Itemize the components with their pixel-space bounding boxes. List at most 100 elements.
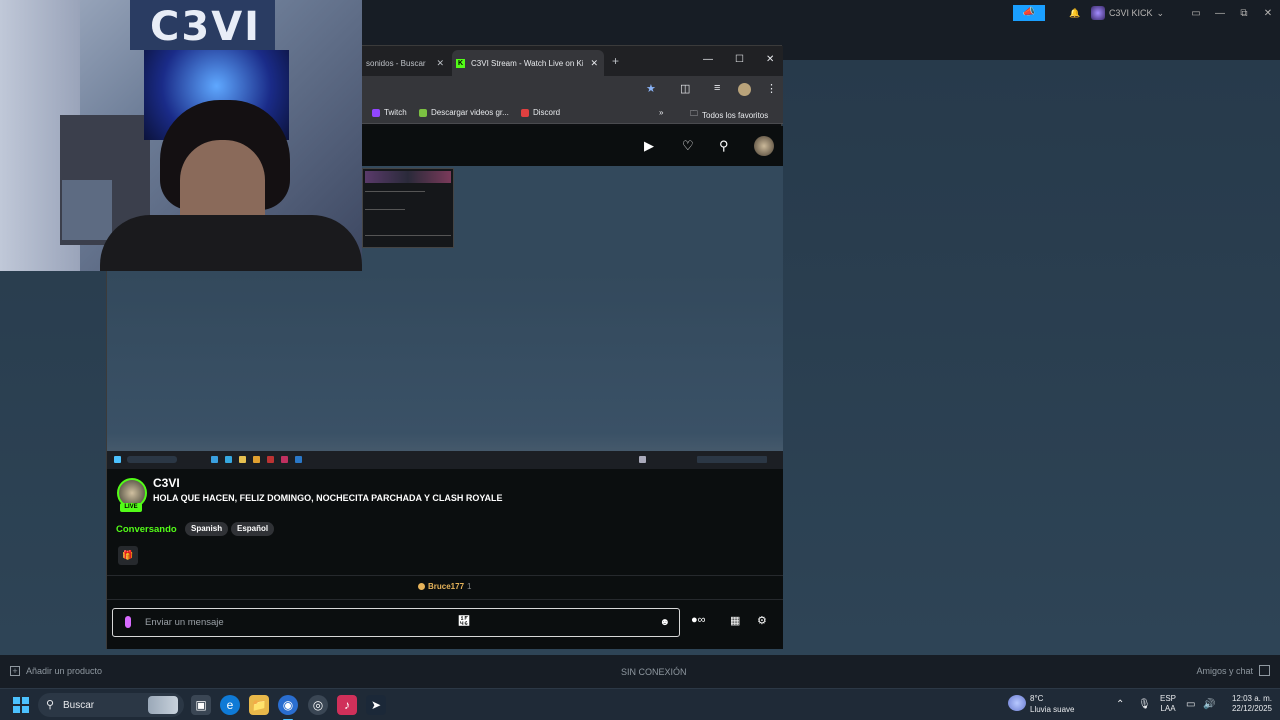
following-icon[interactable]: ▶ [644,138,654,154]
windows-taskbar: ⚲ Buscar ▣ e 📁 ◉ ◎ ♪ ➤ 8°C Lluvia suave … [0,688,1280,720]
clock-time: 12:03 a. m. [1231,694,1272,703]
heart-icon[interactable]: ♡ [682,138,694,154]
chat-message-input[interactable]: Enviar un mensaje ὆ ☻ [112,608,680,637]
taskbar-search[interactable]: ⚲ Buscar [38,693,184,717]
chat-user-count: 1 [467,582,472,591]
steam-title-controls: 📣 🔔 C3VI KICK ⌄ ▭ — ⧉ ✕ [1012,0,1280,26]
media-control-icon[interactable]: ≡ [714,82,720,94]
edge-icon[interactable]: e [220,695,240,715]
bookmark-label: Discord [533,108,561,117]
profile-avatar[interactable] [738,83,751,96]
menu-icon[interactable]: ⋮ [766,82,777,95]
steam-icon[interactable]: ➤ [366,695,386,715]
clock-date: 22/12/2025 [1231,704,1272,713]
search-icon: ⚲ [46,699,55,711]
microphone-icon[interactable] [125,616,131,628]
start-button[interactable] [13,697,29,713]
kick-header: ▶ ♡ ⚲ [362,126,783,166]
user-avatar[interactable] [754,136,774,156]
stream-category[interactable]: Conversando [116,524,177,535]
chat-identity-bar: Bruce177 1 [107,575,783,599]
webcam-sign-text: C3VI [150,4,262,50]
add-product-label: Añadir un producto [26,666,103,676]
tiktok-icon[interactable]: ♪ [337,695,357,715]
connection-status: SIN CONEXIÓN [621,667,687,677]
bookmark-twitch[interactable]: Twitch [372,108,407,117]
restore-icon[interactable]: ⧉ [1232,8,1256,19]
twitch-icon [372,108,380,117]
minimize-icon[interactable]: — [1208,8,1232,19]
keyboard-layout: LAA [1160,704,1176,713]
discord-icon [521,108,529,117]
bookmark-download-videos[interactable]: Descargar videos gr... [419,108,509,117]
announcement-button[interactable]: 📣 [1012,5,1045,21]
minimize-icon[interactable]: — [703,54,713,65]
bookmark-discord[interactable]: Discord [521,108,560,117]
tab-kick-stream[interactable]: K C3VI Stream - Watch Live on Kick ✕ [452,50,604,76]
friends-chat-button[interactable]: Amigos y chat [1196,665,1270,676]
settings-icon[interactable]: ⚙ [757,614,767,627]
tab-strip: sonidos - Buscar ✕ K C3VI Stream - Watch… [362,46,783,76]
close-tab-icon[interactable]: ✕ [590,58,598,69]
channel-name[interactable]: C3VI [153,476,180,490]
weather-temp: 8°C [1030,694,1044,703]
new-tab-icon[interactable]: + [612,54,619,68]
account-avatar [1090,6,1105,20]
big-picture-icon[interactable]: ▭ [1184,8,1208,19]
live-badge: LIVE [120,503,142,512]
badge-icon [418,583,425,590]
app-icon[interactable]: ◎ [308,695,328,715]
close-icon[interactable]: ✕ [1256,8,1280,19]
clock[interactable]: 12:03 a. m. 22/12/2025 [1222,694,1272,714]
add-product-button[interactable]: + Añadir un producto [10,666,102,676]
chrome-icon[interactable]: ◉ [278,695,298,720]
bookmarks-bar: Twitch Descargar videos gr... Discord » … [362,102,783,124]
tag-espanol[interactable]: Español [231,522,275,536]
file-explorer-icon[interactable]: 📁 [249,695,269,715]
network-icon[interactable]: ▭ [1186,699,1195,710]
close-tab-icon[interactable]: ✕ [436,58,444,69]
address-bar[interactable]: ★ ◫ ≡ ⋮ [362,76,783,102]
tab-label: C3VI Stream - Watch Live on Kick [471,58,583,68]
task-view-icon[interactable]: ▣ [191,695,211,715]
stream-inner-taskbar [107,451,783,469]
chat-user[interactable]: Bruce177 1 [418,582,471,591]
language-indicator[interactable]: ESP LAA [1160,694,1176,714]
bookmark-label: Twitch [384,108,407,117]
stream-info-panel: LIVE C3VI HOLA QUE HACEN, FELIZ DOMINGO,… [107,469,783,575]
store-icon[interactable]: ▦ [730,614,740,627]
extensions-icon[interactable]: ◫ [680,82,690,95]
close-icon[interactable]: ✕ [766,54,774,65]
search-highlight-image [148,696,178,714]
plus-icon: + [10,666,20,676]
volume-icon[interactable]: 🔊 [1203,699,1215,710]
chevron-up-icon[interactable]: ⌃ [1116,699,1124,710]
friends-icon [1259,665,1270,676]
kicks-icon[interactable]: ●∞ [691,614,706,626]
search-placeholder: Buscar [63,700,95,711]
emoji-icon[interactable]: ☻ [659,617,670,628]
more-bookmarks-icon[interactable]: » [659,108,663,117]
screen-capture-thumbnail [362,168,454,248]
chat-placeholder: Enviar un mensaje [145,617,224,628]
all-favorites-folder[interactable]: 🗀 Todos los favoritos [690,108,768,122]
weather-desc: Lluvia suave [1030,705,1075,714]
all-favorites-label: Todos los favoritos [702,110,769,120]
gift-icon[interactable]: 🎁 [118,546,138,565]
tag-spanish[interactable]: Spanish [185,522,229,536]
maximize-icon[interactable]: ☐ [735,54,744,65]
stream-title: HOLA QUE HACEN, FELIZ DOMINGO, NOCHECITA… [153,493,503,503]
video-content [107,271,783,451]
kick-favicon-icon: K [456,58,465,68]
search-icon[interactable]: ⚲ [719,138,729,154]
microphone-icon[interactable]: 🎙 [1138,699,1151,710]
notification-bell-icon[interactable]: 🔔 [1067,8,1083,19]
webcam-overlay: C3VI [0,0,362,271]
star-icon[interactable]: ★ [646,82,656,95]
chat-username: Bruce177 [428,582,465,591]
account-menu[interactable]: C3VI KICK ⌄ [1090,6,1164,20]
tab-search[interactable]: sonidos - Buscar ✕ [362,50,450,76]
chevron-down-icon: ⌄ [1156,7,1164,18]
folder-icon: 🗀 [690,109,698,118]
text-cursor-icon: ὆ [458,614,470,628]
